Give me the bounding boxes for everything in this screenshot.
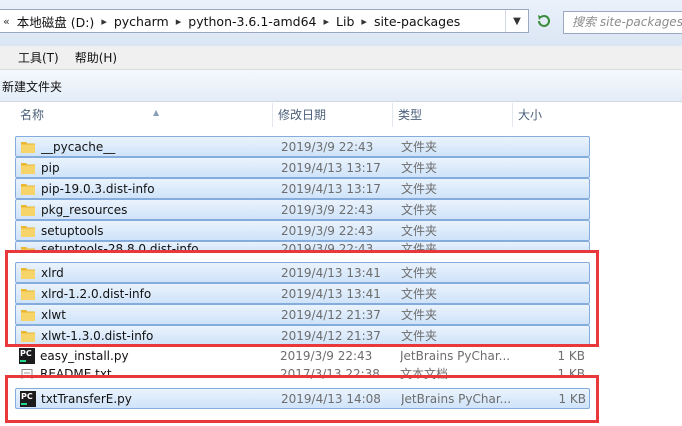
file-size: 1 KB — [558, 392, 586, 406]
file-row[interactable]: setuptools 2019/3/9 22:43 文件夹 — [15, 220, 590, 241]
file-date: 2019/4/12 21:37 — [281, 308, 381, 322]
file-type: 文件夹 — [401, 182, 438, 196]
file-name: xlrd-1.2.0.dist-info — [41, 287, 152, 301]
column-header-modified[interactable]: 修改日期 — [273, 103, 393, 127]
file-date: 2019/4/13 13:41 — [281, 266, 381, 280]
file-date: 2019/3/9 22:43 — [281, 140, 374, 154]
file-type: 文件夹 — [401, 266, 438, 280]
file-type: JetBrains PyChar... — [401, 392, 511, 406]
file-name: README.txt — [40, 367, 112, 379]
column-header-size[interactable]: 大小 — [513, 103, 590, 127]
file-name: xlwt-1.3.0.dist-info — [41, 329, 154, 343]
file-name: pip-19.0.3.dist-info — [41, 182, 155, 196]
file-type: 文件夹 — [401, 224, 438, 238]
file-row[interactable]: pkg_resources 2019/3/9 22:43 文件夹 — [15, 199, 590, 220]
folder-icon — [20, 202, 36, 217]
file-name: __pycache__ — [41, 140, 116, 154]
file-row[interactable]: xlrd-1.2.0.dist-info 2019/4/13 13:41 文件夹 — [15, 283, 590, 304]
address-breadcrumb[interactable]: « 本地磁盘 (D:) ▸ pycharm ▸ python-3.6.1-amd… — [0, 9, 529, 33]
file-type: 文件夹 — [401, 161, 438, 175]
file-date: 2019/3/9 22:43 — [281, 203, 374, 217]
file-date: 2019/4/13 13:17 — [281, 182, 381, 196]
file-type: 文件夹 — [401, 287, 438, 301]
breadcrumb-site-packages[interactable]: site-packages — [370, 14, 464, 29]
file-row[interactable]: xlwt-1.3.0.dist-info 2019/4/12 21:37 文件夹 — [15, 325, 590, 346]
file-name: setuptools — [41, 224, 104, 238]
breadcrumb-lib[interactable]: Lib — [332, 14, 358, 29]
file-row[interactable]: PC easy_install.py 2019/3/9 22:43 JetBrains… — [15, 346, 590, 367]
column-header-name-label: 名称 — [20, 108, 45, 122]
breadcrumb-arrow-icon[interactable]: ▸ — [173, 15, 185, 28]
folder-icon — [20, 223, 36, 238]
file-size: 1 KB — [557, 367, 585, 379]
file-date: 2019/3/9 22:43 — [280, 349, 373, 363]
file-date: 2019/4/13 13:41 — [281, 287, 381, 301]
file-date: 2019/4/12 21:37 — [281, 329, 381, 343]
breadcrumb-arrow-icon[interactable]: ▸ — [358, 15, 370, 28]
sort-ascending-icon: ▲ — [153, 108, 160, 117]
file-type: 文件夹 — [401, 242, 438, 253]
column-header-name[interactable]: 名称 ▲ — [15, 103, 273, 127]
file-date: 2017/3/13 22:38 — [280, 367, 380, 379]
file-row[interactable]: __pycache__ 2019/3/9 22:43 文件夹 — [15, 136, 590, 157]
breadcrumb-pycharm[interactable]: pycharm — [110, 14, 173, 29]
breadcrumb-overflow-icon[interactable]: « — [0, 15, 13, 28]
file-name: txtTransferE.py — [41, 392, 132, 406]
file-date: 2019/4/13 13:17 — [281, 161, 381, 175]
file-name: setuptools-28.8.0.dist-info — [41, 242, 199, 253]
file-type: 文件夹 — [401, 308, 438, 322]
folder-icon — [20, 160, 36, 175]
column-header-type[interactable]: 类型 — [393, 103, 513, 127]
file-type: 文件夹 — [401, 140, 438, 154]
breadcrumb-drive[interactable]: 本地磁盘 (D:) — [13, 12, 99, 31]
folder-icon — [20, 307, 36, 322]
toolbar: 新建文件夹 — [0, 70, 682, 102]
file-date: 2019/4/13 14:08 — [281, 392, 381, 406]
file-row[interactable]: xlwt 2019/4/12 21:37 文件夹 — [15, 304, 590, 325]
refresh-icon[interactable] — [533, 11, 555, 31]
file-row[interactable]: setuptools-28.8.0.dist-info 2019/3/9 22:4… — [15, 241, 590, 253]
column-headers: 名称 ▲ 修改日期 类型 大小 — [0, 103, 682, 127]
file-row[interactable]: README.txt 2017/3/13 22:38 文本文档 1 KB — [15, 367, 590, 379]
folder-icon — [20, 265, 36, 280]
breadcrumb-arrow-icon[interactable]: ▸ — [321, 15, 333, 28]
folder-icon — [20, 139, 36, 154]
folder-icon — [20, 286, 36, 301]
folder-icon — [20, 244, 36, 252]
file-row[interactable]: xlrd 2019/4/13 13:41 文件夹 — [15, 262, 590, 283]
breadcrumb-arrow-icon[interactable]: ▸ — [98, 15, 110, 28]
file-name: easy_install.py — [40, 349, 129, 363]
file-row[interactable]: pip-19.0.3.dist-info 2019/4/13 13:17 文件夹 — [15, 178, 590, 199]
address-dropdown-icon[interactable]: ▼ — [505, 10, 528, 32]
file-type: JetBrains PyChar... — [400, 349, 510, 363]
new-folder-button[interactable]: 新建文件夹 — [2, 78, 62, 95]
file-date: 2019/3/9 22:43 — [281, 242, 374, 253]
menu-help[interactable]: 帮助(H) — [67, 49, 125, 66]
pycharm-file-icon: PC — [19, 348, 35, 364]
file-name: pkg_resources — [41, 203, 128, 217]
file-row[interactable]: pip 2019/4/13 13:17 文件夹 — [15, 157, 590, 178]
folder-icon — [20, 328, 36, 343]
file-type: 文件夹 — [401, 203, 438, 217]
file-name: xlrd — [41, 266, 64, 280]
file-type: 文件夹 — [401, 329, 438, 343]
menu-tools[interactable]: 工具(T) — [0, 49, 67, 66]
address-bar-area: « 本地磁盘 (D:) ▸ pycharm ▸ python-3.6.1-amd… — [0, 0, 682, 46]
file-size: 1 KB — [557, 349, 585, 363]
folder-icon — [20, 181, 36, 196]
menu-bar: 工具(T) 帮助(H) — [0, 46, 682, 70]
file-name: pip — [41, 161, 60, 175]
file-name: xlwt — [41, 308, 66, 322]
breadcrumb-python[interactable]: python-3.6.1-amd64 — [184, 14, 320, 29]
file-row[interactable]: PC txtTransferE.py 2019/4/13 14:08 JetBrain… — [15, 388, 590, 409]
pycharm-file-icon: PC — [20, 391, 36, 407]
text-file-icon — [19, 369, 35, 379]
file-type: 文本文档 — [400, 367, 449, 379]
file-date: 2019/3/9 22:43 — [281, 224, 374, 238]
search-input[interactable]: 搜索 site-packages — [563, 11, 682, 34]
